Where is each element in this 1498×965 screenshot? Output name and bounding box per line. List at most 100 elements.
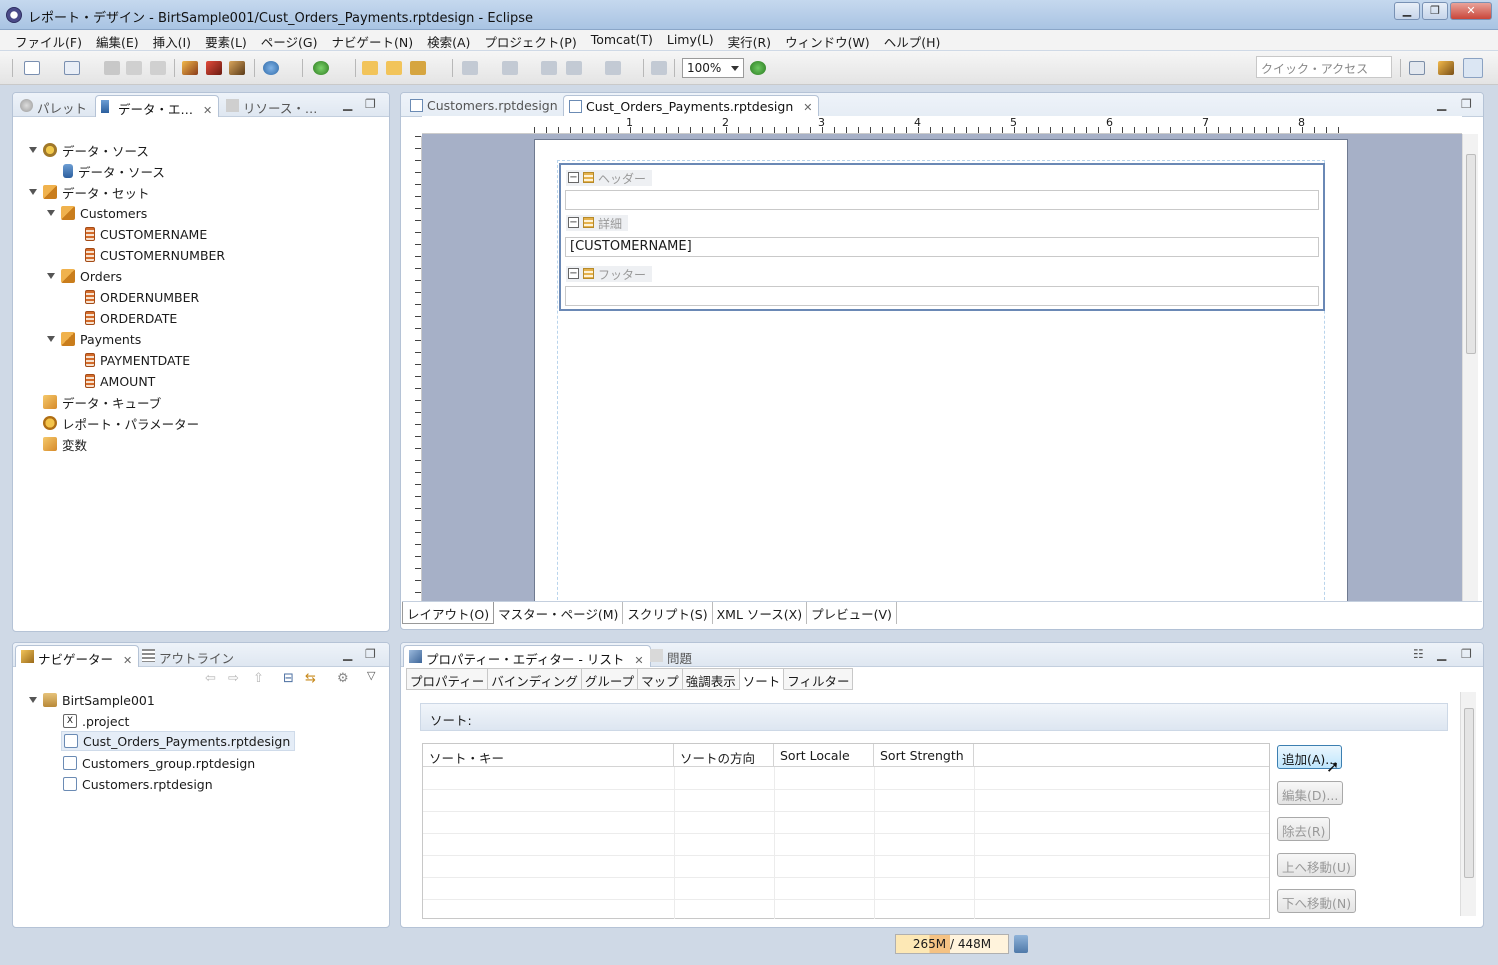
close-icon[interactable]: ✕ [634,654,643,667]
header-row[interactable] [565,190,1319,210]
tree-node-data-source[interactable]: データ・ソース [63,161,165,181]
close-button[interactable]: ✕ [1450,2,1492,20]
menu-navigate[interactable]: ナビゲート(N) [324,30,420,50]
scrollbar-thumb[interactable] [1464,708,1474,878]
tab-data-explorer[interactable]: データ・エ… ✕ [95,95,220,117]
zoom-combo[interactable]: 100% [682,58,744,78]
maximize-button[interactable]: ❐ [1422,2,1448,20]
tab-binding[interactable]: バインディング [488,668,582,690]
forward-icon[interactable] [605,61,621,75]
chevron-down-icon[interactable] [47,336,55,342]
footer-band-label[interactable]: − フッター [566,266,653,282]
menu-project[interactable]: プロジェクト(P) [477,30,583,50]
tab-properties[interactable]: プロパティー [406,668,489,690]
menu-tomcat[interactable]: Tomcat(T) [584,30,660,50]
tab-layout[interactable]: レイアウト(O) [402,602,495,624]
quick-access-input[interactable]: クイック・アクセス [1256,56,1392,78]
tab-xml-source[interactable]: XML ソース(X) [713,602,808,624]
open-perspective-icon[interactable] [1409,61,1425,75]
skip-breakpoints-icon[interactable] [206,61,222,75]
tree-node-ordernumber[interactable]: ORDERNUMBER [85,287,199,307]
tree-node-customernumber[interactable]: CUSTOMERNUMBER [85,245,225,265]
tree-node-customername[interactable]: CUSTOMERNAME [85,224,207,244]
heap-status[interactable]: 265M / 448M [895,934,1009,954]
link-with-editor-icon[interactable]: ⇆ [305,671,316,686]
tree-node-orderdate[interactable]: ORDERDATE [85,308,177,328]
task-icon[interactable] [410,61,426,75]
pin-editor-icon[interactable] [651,61,667,75]
tab-customers-rptdesign[interactable]: Customers.rptdesign [405,95,564,117]
menu-search[interactable]: 検索(A) [420,30,477,50]
menu-run[interactable]: 実行(R) [721,30,778,50]
last-edit-icon[interactable] [541,61,557,75]
tab-cust-orders-payments[interactable]: Cust_Orders_Payments.rptdesign ✕ [563,95,820,117]
tree-node-paymentdate[interactable]: PAYMENTDATE [85,350,190,370]
tab-map[interactable]: マップ [638,668,683,690]
tab-resource-explorer[interactable]: リソース・… [221,95,323,117]
menu-insert[interactable]: 挿入(I) [146,30,198,50]
tab-script[interactable]: スクリプト(S) [623,602,713,624]
chevron-down-icon[interactable] [47,273,55,279]
detail-band-label[interactable]: − 詳細 [566,215,629,231]
tab-preview[interactable]: プレビュー(V) [807,602,897,624]
list-element[interactable]: − ヘッダー − 詳細 [CUSTOMERNAME] − フッター [559,163,1325,311]
collapse-all-icon[interactable]: ⊟ [283,671,294,686]
header-band-label[interactable]: − ヘッダー [566,170,653,186]
tab-highlight[interactable]: 強調表示 [682,668,740,690]
column-header[interactable]: ソート・キー [423,744,674,767]
maximize-icon[interactable]: ❐ [365,97,376,111]
close-icon[interactable]: ✕ [803,101,812,114]
menu-help[interactable]: ヘルプ(H) [877,30,948,50]
close-icon[interactable]: ✕ [123,654,132,667]
new-icon[interactable] [24,61,40,75]
collapse-icon[interactable]: − [568,217,579,228]
save-icon[interactable] [104,61,120,75]
up-icon[interactable]: ⇧ [253,671,264,686]
menu-page[interactable]: ページ(G) [254,30,325,50]
collapse-icon[interactable]: − [568,268,579,279]
tab-filter[interactable]: フィルター [784,668,854,690]
detail-row[interactable]: [CUSTOMERNAME] [565,237,1319,257]
sort-table[interactable]: ソート・キー ソートの方向 Sort Locale Sort Strength [422,743,1270,919]
tree-node-data-cubes[interactable]: データ・キューブ [43,392,161,412]
next-annotation-icon[interactable] [462,61,478,75]
tab-sort[interactable]: ソート [739,668,785,690]
menu-edit[interactable]: 編集(E) [89,30,146,50]
run-icon[interactable] [313,61,329,75]
edit-button[interactable]: 編集(D)... [1277,781,1344,805]
prev-annotation-icon[interactable] [502,61,518,75]
tree-node-report-parameters[interactable]: レポート・パラメーター [43,413,199,433]
tree-node-orders[interactable]: Orders [47,266,122,286]
tab-master-page[interactable]: マスター・ページ(M) [494,602,624,624]
tree-node-file[interactable]: X .project [63,711,129,731]
web-viewer-icon[interactable] [263,61,279,75]
forward-icon[interactable]: ⇨ [228,671,239,686]
print-icon[interactable] [150,61,166,75]
minimize-icon[interactable]: ▁ [343,97,352,111]
maximize-icon[interactable]: ❐ [365,647,376,661]
maximize-icon[interactable]: ❐ [1461,647,1472,661]
open-type-icon[interactable] [386,61,402,75]
tab-palette[interactable]: パレット [15,95,93,117]
column-header[interactable]: Sort Strength [874,744,974,767]
tab-property-editor[interactable]: プロパティー・エディター - リスト ✕ [403,645,651,667]
tree-node-file[interactable]: Customers.rptdesign [63,774,213,794]
tree-node-project[interactable]: BirtSample001 [29,690,155,710]
minimize-icon[interactable]: ▁ [1437,97,1446,111]
maximize-icon[interactable]: ❐ [1461,97,1472,111]
tree-node-data-sources[interactable]: データ・ソース [29,140,149,160]
view-menu-icon[interactable]: ☷ [1413,647,1424,661]
open-folder-icon[interactable] [362,61,378,75]
chevron-down-icon[interactable] [29,189,37,195]
chevron-down-icon[interactable] [29,697,37,703]
back-icon[interactable] [566,61,582,75]
menu-limy[interactable]: Limy(L) [660,30,721,50]
close-icon[interactable]: ✕ [203,104,212,117]
save-all-icon[interactable] [126,61,142,75]
tree-node-payments[interactable]: Payments [47,329,141,349]
menu-window[interactable]: ウィンドウ(W) [778,30,877,50]
minimize-icon[interactable]: ▁ [343,647,352,661]
minimize-button[interactable]: ▁ [1394,2,1420,20]
pointer-icon[interactable] [750,61,766,75]
tree-node-customers[interactable]: Customers [47,203,147,223]
